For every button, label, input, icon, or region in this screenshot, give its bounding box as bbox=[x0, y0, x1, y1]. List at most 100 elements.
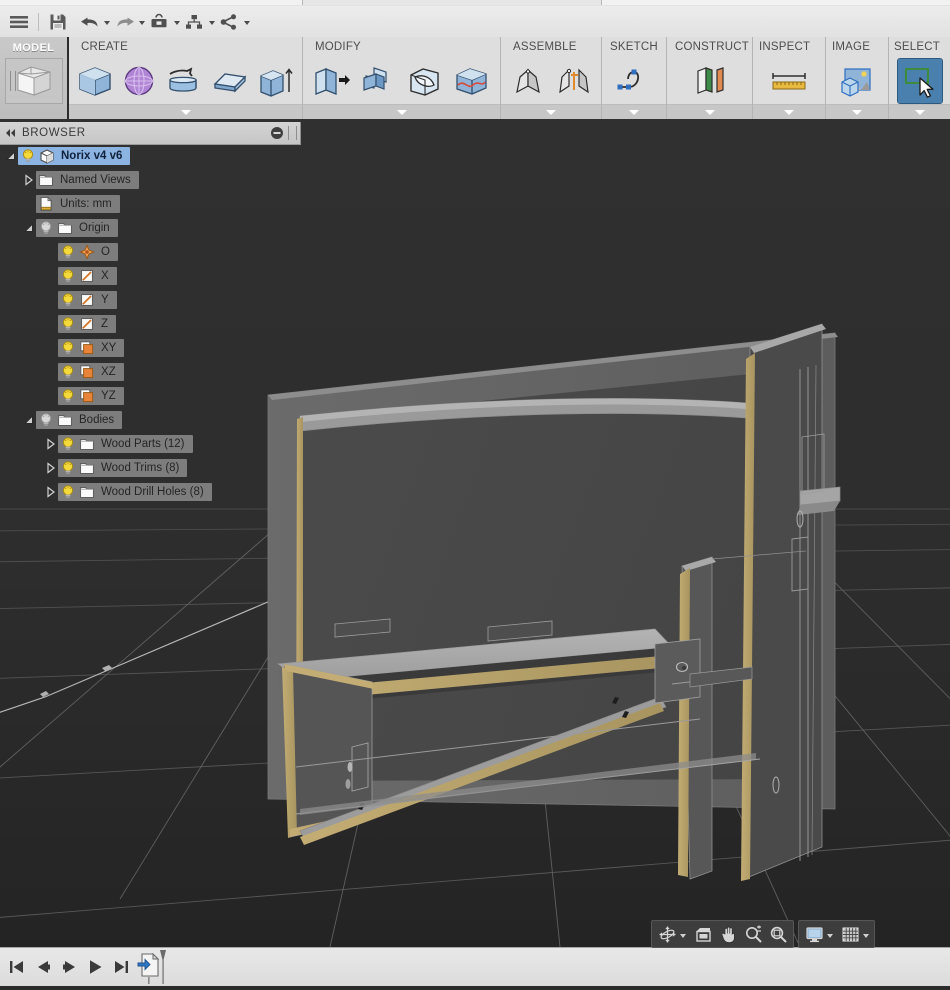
tool-canvas[interactable] bbox=[835, 59, 879, 103]
zoom-button[interactable] bbox=[741, 923, 765, 945]
timeline-play[interactable] bbox=[83, 955, 107, 979]
tree-item-origin-point-pill[interactable]: O bbox=[58, 243, 118, 261]
double-chevron-left-icon[interactable] bbox=[0, 128, 22, 138]
visibility-toggle[interactable] bbox=[60, 388, 76, 404]
minimize-circle-icon[interactable] bbox=[266, 126, 288, 140]
tree-item-named-views-pill[interactable]: Named Views bbox=[36, 171, 139, 189]
pan-button[interactable] bbox=[716, 923, 740, 945]
tree-item-origin-pill[interactable]: Origin bbox=[36, 219, 118, 237]
tool-loft[interactable] bbox=[211, 59, 249, 103]
visibility-toggle[interactable] bbox=[38, 220, 54, 236]
share-button[interactable] bbox=[217, 9, 252, 35]
tree-item-plane-xy[interactable]: XY bbox=[0, 336, 300, 360]
chevron-down-icon[interactable] bbox=[209, 21, 215, 25]
disclosure-toggle[interactable] bbox=[22, 168, 36, 192]
visibility-toggle[interactable] bbox=[38, 412, 54, 428]
tool-joint[interactable] bbox=[554, 59, 594, 103]
visibility-toggle[interactable] bbox=[20, 148, 36, 164]
visibility-toggle[interactable] bbox=[60, 316, 76, 332]
tree-item-wood-parts[interactable]: Wood Parts (12) bbox=[0, 432, 300, 456]
visibility-toggle[interactable] bbox=[60, 484, 76, 500]
display-settings-button[interactable] bbox=[802, 923, 826, 945]
tool-measure[interactable] bbox=[767, 59, 811, 103]
tools-button[interactable] bbox=[147, 9, 182, 35]
redo-button[interactable] bbox=[112, 9, 147, 35]
app-menu-button[interactable] bbox=[6, 9, 32, 35]
tree-item-origin[interactable]: Origin bbox=[0, 216, 300, 240]
tree-item-axis-z-pill[interactable]: Z bbox=[58, 315, 117, 333]
timeline-go-to-beginning[interactable] bbox=[5, 955, 29, 979]
tree-item-axis-x[interactable]: X bbox=[0, 264, 300, 288]
timeline-feature-import[interactable] bbox=[136, 950, 178, 985]
tree-item-wood-drill-holes[interactable]: Wood Drill Holes (8) bbox=[0, 480, 300, 504]
tool-combine[interactable] bbox=[357, 59, 398, 103]
tree-item-bodies-pill[interactable]: Bodies bbox=[36, 411, 123, 429]
tree-item-origin-point[interactable]: O bbox=[0, 240, 300, 264]
look-at-button[interactable] bbox=[691, 923, 715, 945]
tool-shell[interactable] bbox=[405, 59, 446, 103]
tree-item-units[interactable]: Units: mm bbox=[0, 192, 300, 216]
workspace-switcher[interactable]: MODEL bbox=[0, 37, 69, 119]
tree-item-axis-z[interactable]: Z bbox=[0, 312, 300, 336]
chevron-down-icon[interactable] bbox=[174, 21, 180, 25]
disclosure-toggle[interactable] bbox=[44, 432, 58, 456]
visibility-toggle[interactable] bbox=[60, 436, 76, 452]
timeline-step-forward[interactable] bbox=[57, 955, 81, 979]
tree-item-document-pill[interactable]: Norix v4 v6 bbox=[18, 147, 131, 165]
browser-resize-grip[interactable] bbox=[288, 126, 297, 140]
visibility-toggle[interactable] bbox=[60, 364, 76, 380]
panel-inspect-expand[interactable] bbox=[753, 104, 825, 119]
document-tab-3[interactable] bbox=[602, 0, 950, 5]
document-tab-1[interactable] bbox=[0, 0, 303, 5]
disclosure-toggle[interactable] bbox=[44, 456, 58, 480]
panel-modify-expand[interactable] bbox=[303, 104, 500, 119]
orbit-button[interactable] bbox=[655, 923, 679, 945]
tree-item-axis-y[interactable]: Y bbox=[0, 288, 300, 312]
tool-revolve[interactable] bbox=[165, 59, 205, 103]
tool-select[interactable] bbox=[896, 57, 943, 104]
tree-item-named-views[interactable]: Named Views bbox=[0, 168, 300, 192]
drag-grip[interactable] bbox=[9, 71, 16, 91]
tree-item-plane-yz[interactable]: YZ bbox=[0, 384, 300, 408]
fit-button[interactable] bbox=[766, 923, 790, 945]
tool-new-component[interactable] bbox=[508, 59, 548, 103]
tree-item-wood-trims[interactable]: Wood Trims (8) bbox=[0, 456, 300, 480]
tree-item-plane-xz-pill[interactable]: XZ bbox=[58, 363, 124, 381]
chevron-down-icon[interactable] bbox=[104, 21, 110, 25]
disclosure-toggle[interactable] bbox=[22, 408, 36, 432]
tree-item-wood-trims-pill[interactable]: Wood Trims (8) bbox=[58, 459, 188, 477]
tool-create-sketch[interactable] bbox=[612, 59, 656, 103]
tool-offset-plane[interactable] bbox=[688, 59, 732, 103]
grid-dropdown-caret[interactable] bbox=[863, 934, 869, 938]
tree-item-plane-xz[interactable]: XZ bbox=[0, 360, 300, 384]
undo-button[interactable] bbox=[77, 9, 112, 35]
panel-image-expand[interactable] bbox=[826, 104, 888, 119]
tree-item-bodies[interactable]: Bodies bbox=[0, 408, 300, 432]
tree-item-axis-y-pill[interactable]: Y bbox=[58, 291, 117, 309]
panel-construct-expand[interactable] bbox=[667, 104, 752, 119]
workspace-cube-button[interactable] bbox=[4, 58, 63, 104]
visibility-toggle[interactable] bbox=[60, 340, 76, 356]
visibility-toggle[interactable] bbox=[60, 268, 76, 284]
tool-split-face[interactable] bbox=[452, 59, 493, 103]
orbit-dropdown-caret[interactable] bbox=[680, 934, 686, 938]
grid-snaps-button[interactable] bbox=[838, 923, 862, 945]
timeline-step-back[interactable] bbox=[31, 955, 55, 979]
chevron-down-icon[interactable] bbox=[139, 21, 145, 25]
save-button[interactable] bbox=[45, 9, 71, 35]
assembly-button[interactable] bbox=[182, 9, 217, 35]
visibility-toggle[interactable] bbox=[60, 244, 76, 260]
tool-box[interactable] bbox=[76, 59, 114, 103]
tree-item-wood-drill-holes-pill[interactable]: Wood Drill Holes (8) bbox=[58, 483, 212, 501]
tree-item-axis-x-pill[interactable]: X bbox=[58, 267, 117, 285]
tree-item-units-pill[interactable]: Units: mm bbox=[36, 195, 120, 213]
tool-extrude[interactable] bbox=[255, 59, 295, 103]
disclosure-toggle[interactable] bbox=[22, 216, 36, 240]
disclosure-toggle[interactable] bbox=[4, 144, 18, 168]
chevron-down-icon[interactable] bbox=[244, 21, 250, 25]
panel-select-expand[interactable] bbox=[889, 104, 950, 119]
panel-sketch-expand[interactable] bbox=[602, 104, 666, 119]
visibility-toggle[interactable] bbox=[60, 292, 76, 308]
tree-item-plane-yz-pill[interactable]: YZ bbox=[58, 387, 124, 405]
timeline-go-to-end[interactable] bbox=[109, 955, 133, 979]
